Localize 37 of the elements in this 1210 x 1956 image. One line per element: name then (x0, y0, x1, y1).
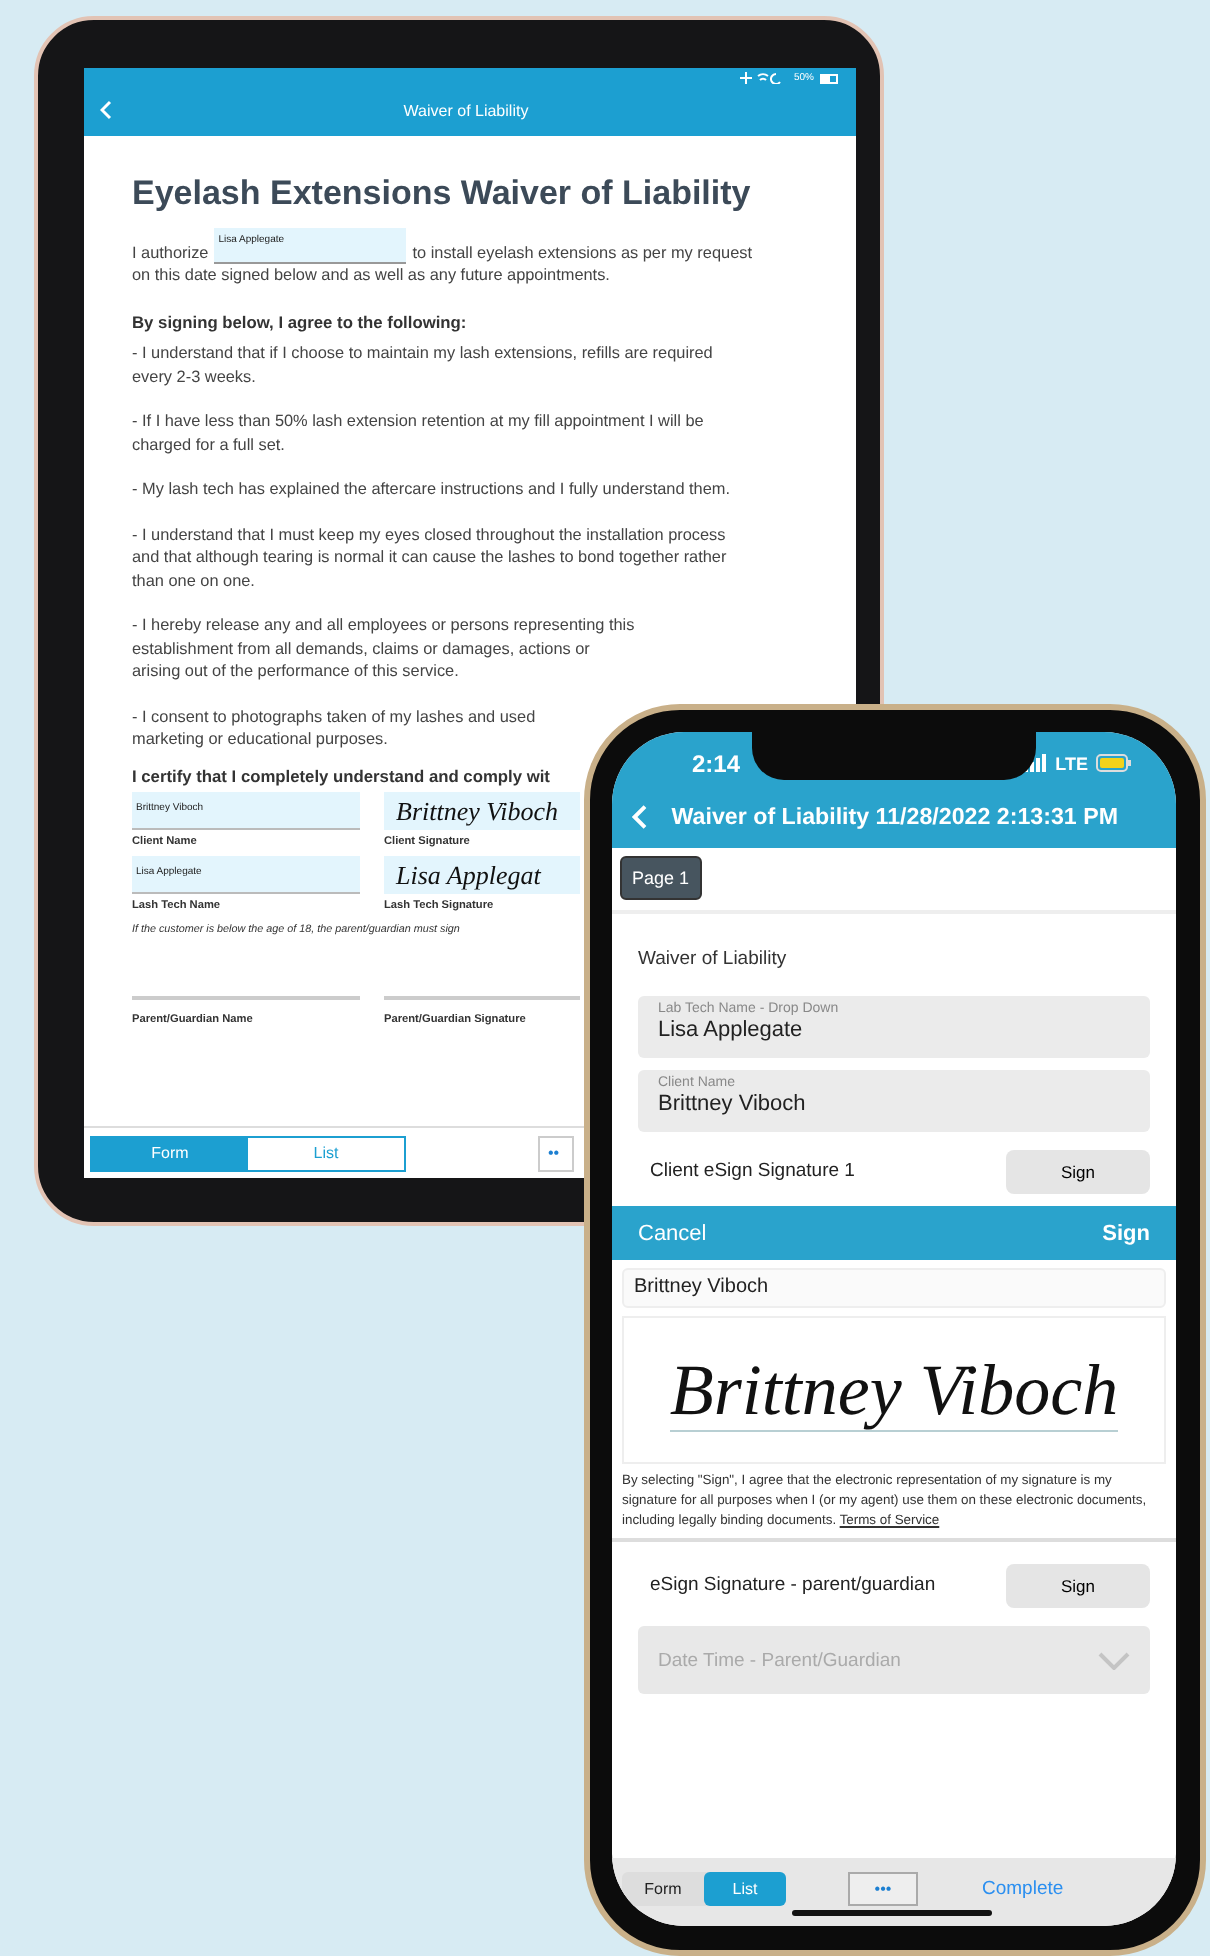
more-button[interactable]: ••• (848, 1871, 918, 1905)
document-title: Eyelash Extensions Waiver of Liability (132, 172, 753, 216)
section-heading: By signing below, I agree to the following: (132, 311, 469, 334)
field-label: eSign Signature - parent/guardian (650, 1574, 936, 1596)
field-value: Brittney Viboch (658, 1092, 808, 1116)
battery-icon (820, 73, 840, 83)
back-icon[interactable] (100, 100, 112, 120)
signature-field[interactable]: Brittney Viboch (384, 792, 580, 830)
back-icon[interactable] (632, 804, 648, 830)
network-label: LTE (1055, 753, 1088, 773)
sign-button[interactable]: Sign (1006, 1563, 1150, 1607)
clause-text: - I consent to photographs taken of my lashes and used marketing or educational purposes. (132, 705, 538, 751)
tab[interactable]: Form (622, 1871, 704, 1905)
chevron-down-icon (1098, 1651, 1130, 1669)
clause-text: - I hereby release any and all employees or persons representing this establishment from all demands, claims or damages, actions or arising out of the performance of this service. (132, 614, 637, 683)
signature-field[interactable]: Lisa Applegat (384, 856, 580, 894)
screen-title: Waiver of Liability 11/28/2022 2:13:31 PM (671, 804, 1118, 830)
field-label: Client eSign Signature 1 (650, 1160, 855, 1182)
body-text: I authorize (132, 241, 209, 264)
clause-text: - I understand that if I choose to maintain my lash extensions, refills are required every 2-3 weeks. (132, 342, 715, 388)
signature-text: Brittney Viboch (669, 1349, 1119, 1431)
field-value: Lisa Applegate (658, 1018, 805, 1042)
page-tab[interactable]: Page 1 (620, 856, 702, 900)
section-title: Waiver of Liability (638, 948, 789, 970)
clause-text: - I understand that I must keep my eyes closed throughout the installation process and that although tearing is normal it can cause the lashes to bond together rather than one on one. (132, 523, 729, 592)
clause-text: - If I have less than 50% lash extension retention at my fill appointment I will be charged for a full set. (132, 410, 706, 456)
battery-icon (1096, 754, 1132, 772)
name-field[interactable]: Brittney Viboch (622, 1268, 1166, 1308)
sign-button[interactable]: Sign (1006, 1149, 1150, 1193)
section-heading: I certify that I completely understand and comply wit (132, 765, 552, 788)
body-text: to install eyelash extensions as per my request (412, 241, 752, 264)
clause-text: - My lash tech has explained the aftercare instructions and I fully understand them. (132, 478, 733, 501)
more-button[interactable]: •• (538, 1135, 574, 1171)
status-time: 2:14 (692, 749, 741, 777)
body-text: on this date signed below and as well as any future appointments. (132, 264, 610, 287)
signature-pad[interactable]: Brittney Viboch (622, 1316, 1166, 1464)
screen-title: Waiver of Liability (401, 101, 531, 119)
